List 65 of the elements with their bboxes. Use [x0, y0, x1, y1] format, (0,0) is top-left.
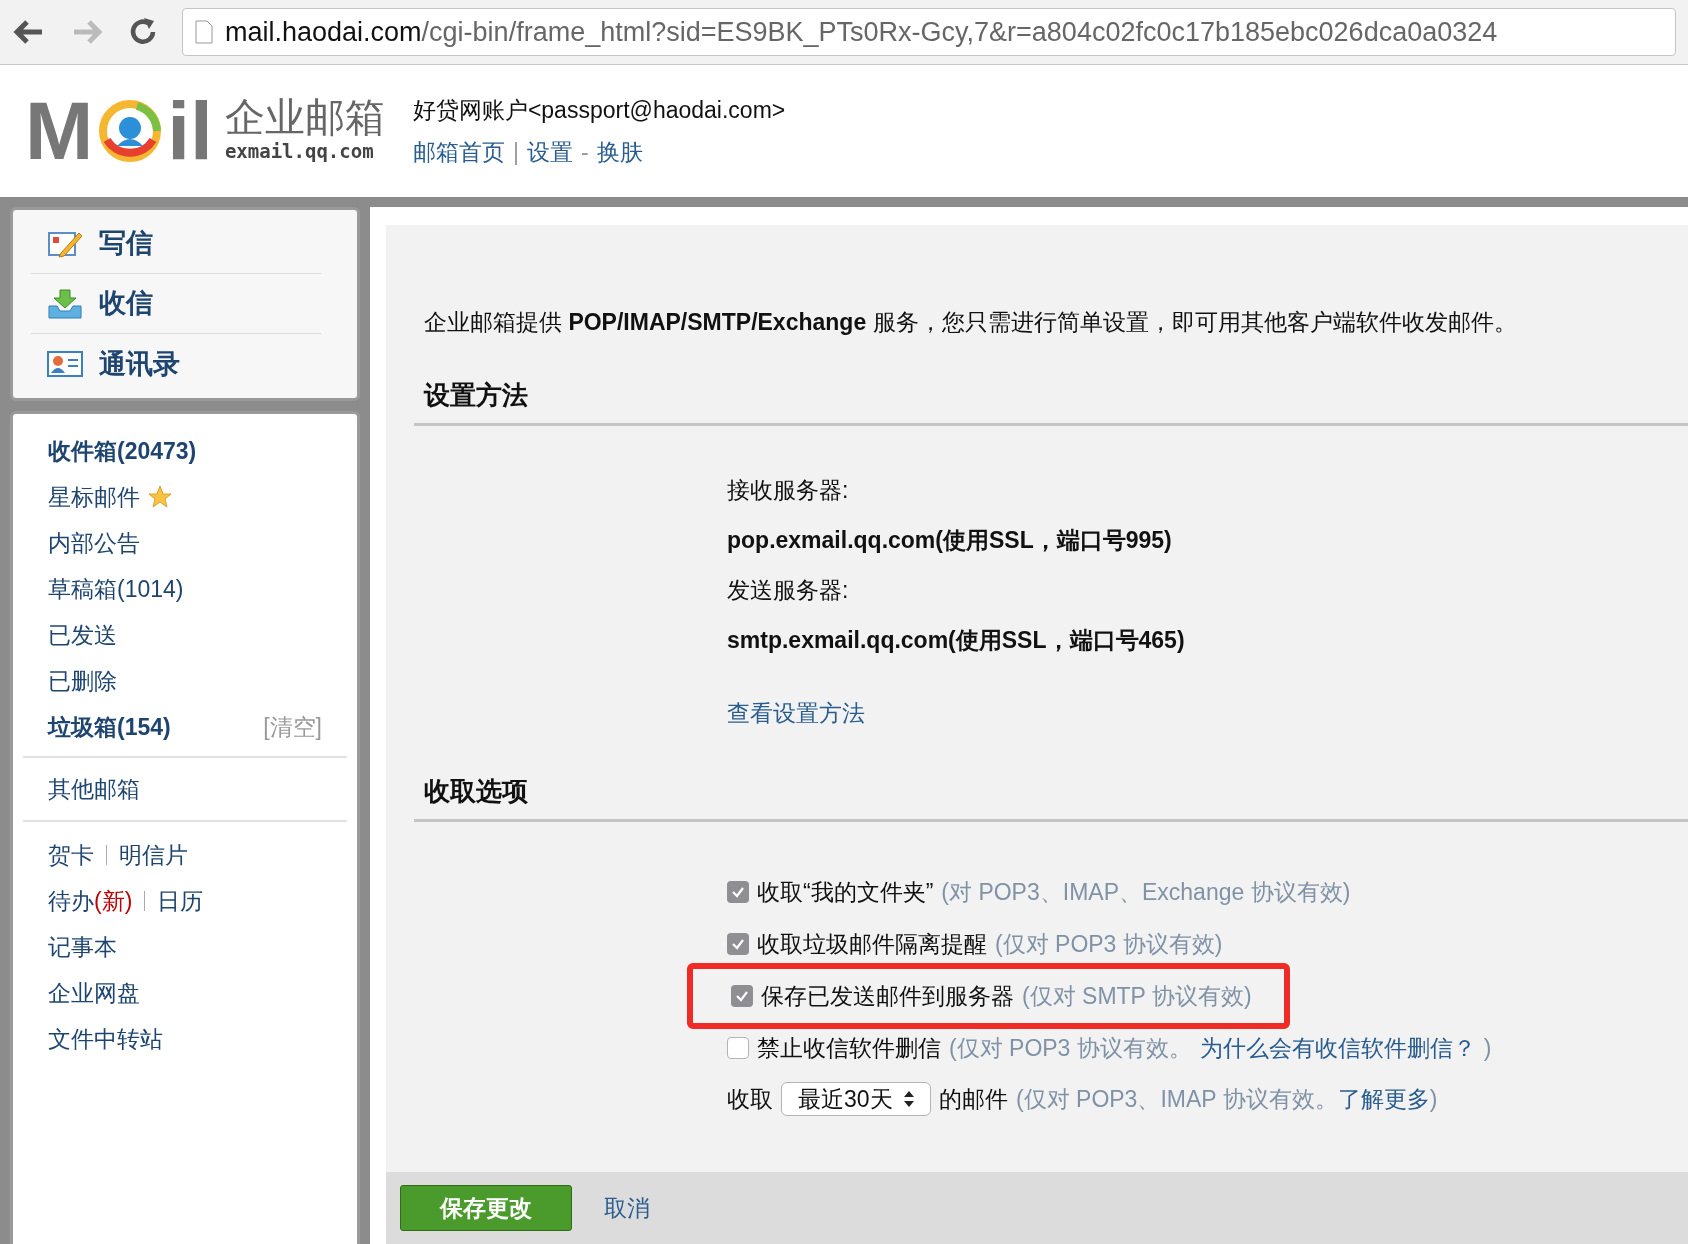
checkbox[interactable]: [727, 881, 749, 903]
tool-link[interactable]: 待办(新): [48, 883, 133, 919]
intro-text: 企业邮箱提供 POP/IMAP/SMTP/Exchange 服务，您只需进行简单设置，即可用其他客户端软件收发邮件。: [424, 308, 1518, 337]
help-link[interactable]: 为什么会有收信软件删信？: [1199, 1030, 1476, 1066]
tool-link[interactable]: 企业网盘: [48, 975, 140, 1011]
tool-link[interactable]: 记事本: [48, 929, 117, 965]
option-hint: (仅对 POP3 协议有效): [995, 929, 1223, 959]
option-label: 收取垃圾邮件隔离提醒: [757, 929, 987, 959]
address-bar[interactable]: mail.haodai.com/cgi-bin/frame_html?sid=ES9BK_PTs0Rx-Gcy,7&r=a804c02fc0c17b185ebc026dca0a0324: [182, 8, 1676, 56]
section-heading: 设置方法: [424, 378, 529, 412]
option-label: 禁止收信软件删信: [757, 1033, 941, 1063]
option-hint: (仅对 SMTP 协议有效): [1022, 981, 1252, 1011]
sidebar-action[interactable]: 收信: [31, 274, 321, 334]
option-hint: (对 POP3、IMAP、Exchange 协议有效): [941, 877, 1351, 907]
setup-help-link[interactable]: 查看设置方法: [727, 695, 865, 730]
server-label: 发送服务器:: [727, 576, 850, 606]
server-label: 接收服务器:: [727, 476, 850, 506]
updown-arrows-icon: [904, 1090, 914, 1109]
checkbox[interactable]: [727, 1037, 749, 1059]
link-separator: |: [512, 138, 519, 167]
link-separator: -: [580, 138, 589, 167]
folder-link[interactable]: 已删除: [48, 663, 117, 699]
tool-link[interactable]: 日历: [157, 883, 204, 919]
contact-card-icon: [47, 350, 83, 378]
folder-link[interactable]: 星标邮件: [48, 479, 140, 515]
cancel-link[interactable]: 取消: [604, 1190, 650, 1226]
option-hint: ): [1483, 1033, 1492, 1063]
folder-link[interactable]: 已发送: [48, 617, 117, 653]
tool-link[interactable]: 明信片: [119, 837, 188, 873]
option-hint: ): [1429, 1085, 1438, 1114]
header-link[interactable]: 设置: [526, 135, 573, 170]
checkbox[interactable]: [727, 933, 749, 955]
checkmark-icon: [731, 885, 745, 899]
server-address: pop.exmail.qq.com(使用SSL，端口号995): [727, 526, 1173, 556]
option-hint: (仅对 POP3、IMAP 协议有效。: [1016, 1085, 1338, 1114]
checkmark-icon: [735, 989, 749, 1003]
header-link[interactable]: 邮箱首页: [412, 135, 505, 170]
reload-icon[interactable]: [128, 17, 158, 47]
tool-link[interactable]: 文件中转站: [48, 1021, 163, 1057]
page-icon: [195, 20, 213, 44]
folder-link[interactable]: 收件箱(20473): [48, 433, 197, 469]
folder-link[interactable]: 其他邮箱: [48, 771, 140, 807]
folder-link[interactable]: 垃圾箱(154): [48, 709, 171, 745]
save-button[interactable]: 保存更改: [400, 1185, 572, 1231]
tool-link[interactable]: 贺卡: [48, 837, 94, 873]
folder-link[interactable]: 草稿箱(1014): [48, 571, 184, 607]
option-hint: (仅对 POP3 协议有效。: [949, 1033, 1192, 1063]
learn-more-link[interactable]: 了解更多: [1337, 1082, 1430, 1117]
star-icon: [148, 485, 172, 509]
range-label: 的邮件: [939, 1085, 1008, 1114]
checkbox[interactable]: [731, 985, 753, 1007]
sidebar-action[interactable]: 通讯录: [31, 334, 321, 394]
header-link[interactable]: 换肤: [596, 135, 643, 170]
inbox-download-icon: [47, 287, 83, 320]
account-name: 好贷网账户<passport@haodai.com>: [412, 95, 786, 125]
section-heading: 收取选项: [424, 775, 529, 808]
option-label: 保存已发送邮件到服务器: [761, 981, 1014, 1011]
url-text: mail.haodai.com/cgi-bin/frame_html?sid=ES9BK_PTs0Rx-Gcy,7&r=a804c02fc0c17b185ebc026dca0a0324: [225, 15, 1498, 49]
range-select[interactable]: 最近30天: [781, 1082, 931, 1117]
server-address: smtp.exmail.qq.com(使用SSL，端口号465): [727, 626, 1186, 656]
sidebar-action[interactable]: 写信: [31, 214, 321, 274]
checkmark-icon: [731, 937, 745, 951]
range-label: 收取: [727, 1085, 773, 1114]
folder-link[interactable]: 内部公告: [48, 525, 140, 561]
option-label: 收取“我的文件夹”: [757, 877, 934, 907]
